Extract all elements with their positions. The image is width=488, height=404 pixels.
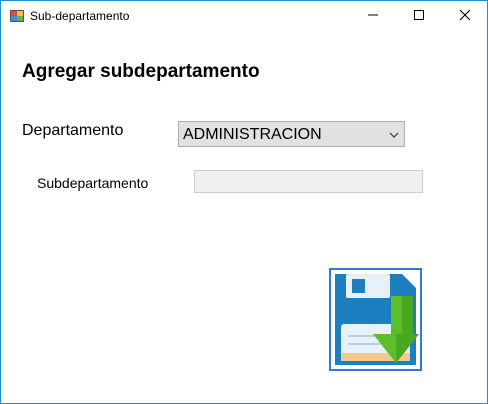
minimize-icon xyxy=(367,8,379,26)
close-button[interactable] xyxy=(442,1,487,32)
floppy-save-icon xyxy=(335,274,419,365)
departamento-label: Departamento xyxy=(22,122,124,139)
save-button[interactable] xyxy=(329,268,422,371)
maximize-button[interactable] xyxy=(396,1,442,32)
window-title: Sub-departamento xyxy=(30,9,130,23)
subdepartamento-input[interactable] xyxy=(194,170,423,193)
close-icon xyxy=(459,8,471,26)
maximize-icon xyxy=(413,8,425,26)
departamento-selected-value: ADMINISTRACION xyxy=(183,126,322,143)
chevron-down-icon[interactable] xyxy=(388,128,400,140)
form-heading: Agregar subdepartamento xyxy=(22,61,260,82)
minimize-button[interactable] xyxy=(350,1,396,32)
subdepartamento-label: Subdepartamento xyxy=(37,175,149,191)
departamento-dropdown[interactable]: ADMINISTRACION xyxy=(178,121,405,147)
title-bar[interactable]: Sub-departamento xyxy=(1,1,487,32)
app-form-icon[interactable] xyxy=(10,9,24,23)
sub-departamento-window: Sub-departamento Agregar subdepartamento… xyxy=(0,0,488,404)
